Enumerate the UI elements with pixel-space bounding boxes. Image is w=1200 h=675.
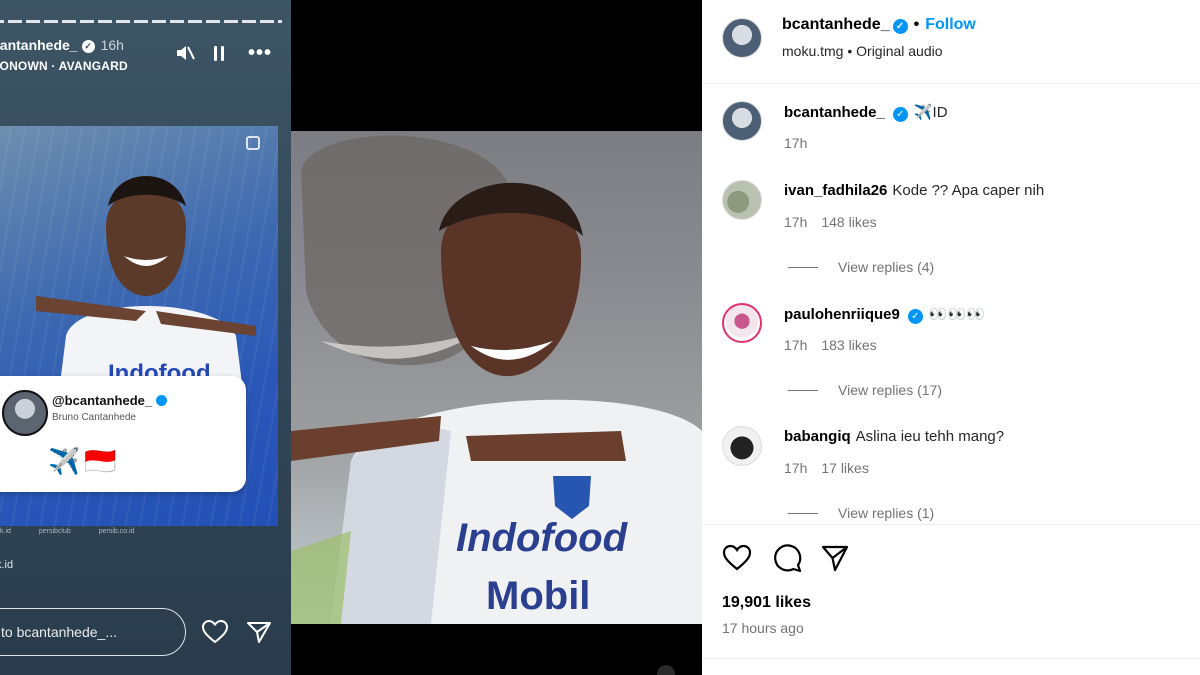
footer-item: persib.co.id: [98, 528, 135, 535]
verified-icon: ✓: [892, 19, 908, 34]
media-indicator: [657, 665, 675, 675]
sticker-avatar: [2, 390, 48, 436]
comment-body: Aslina ieu tehh mang?: [855, 428, 1005, 445]
story-panel: cantanhede_ ✓ 16h LONOWN · AVANGARD ••• In…: [0, 0, 291, 675]
follow-button[interactable]: Follow: [925, 16, 976, 33]
post-actions: 19,901 likes 17 hours ago: [702, 524, 1200, 675]
story-link[interactable]: k.id: [0, 559, 13, 571]
post-timestamp[interactable]: 17 hours ago: [722, 620, 804, 636]
view-replies-label: View replies (17): [838, 382, 943, 398]
svg-text:Mobil: Mobil: [486, 574, 590, 618]
player-illustration: Indofood: [36, 176, 256, 416]
heart-icon[interactable]: [202, 620, 228, 644]
profile-sticker[interactable]: @bcantanhede_ Bruno Cantanhede ✈️🇮🇩: [0, 376, 246, 492]
author-line: bcantanhede_ ✓ • Follow: [782, 16, 976, 34]
story-reply-input[interactable]: to bcantanhede_...: [0, 608, 186, 656]
comment-meta: 17h 148 likes: [784, 214, 891, 230]
comment-likes[interactable]: 17 likes: [821, 460, 868, 476]
story-header: cantanhede_ ✓ 16h: [0, 37, 124, 53]
share-icon[interactable]: [820, 543, 850, 573]
verified-icon: ✓: [907, 309, 923, 324]
verified-icon: ✓: [892, 107, 908, 122]
comment-body: Kode ?? Apa caper nih: [892, 182, 1045, 199]
replies-line: [788, 266, 818, 268]
heart-icon[interactable]: [722, 543, 752, 573]
comment-time: 17h: [784, 214, 808, 230]
sticker-emoji: ✈️🇮🇩: [48, 446, 121, 476]
post-media[interactable]: Indofood Mobil: [291, 0, 702, 675]
story-time: 16h: [100, 37, 124, 53]
caption-time: 17h: [784, 135, 808, 151]
replies-line: [788, 389, 818, 391]
commenter-username[interactable]: ivan_fadhila26: [784, 182, 887, 199]
post-sidebar: bcantanhede_ ✓ • Follow moku.tmg • Original…: [702, 0, 1200, 675]
comment-time: 17h: [784, 337, 808, 353]
divider: [702, 658, 1200, 659]
comment-likes[interactable]: 148 likes: [821, 214, 876, 230]
story-card-footer: k.id persibclub persib.co.id: [0, 528, 290, 535]
comment-text: ivan_fadhila26 Kode ?? Apa caper nih: [784, 182, 1044, 199]
author-username[interactable]: bcantanhede_: [782, 16, 890, 33]
pause-icon[interactable]: [208, 42, 230, 64]
separator-dot: •: [913, 16, 920, 33]
commenter-avatar[interactable]: [722, 303, 762, 343]
story-repost-card[interactable]: Indofood @bcantanhede_ Bruno Cantanhede …: [0, 126, 278, 526]
view-replies-button[interactable]: View replies (1): [788, 505, 934, 521]
sticker-name: Bruno Cantanhede: [52, 412, 136, 423]
story-audio-label[interactable]: LONOWN · AVANGARD: [0, 59, 128, 73]
caption-username[interactable]: bcantanhede_: [784, 104, 885, 121]
comment-meta: 17h 17 likes: [784, 460, 883, 476]
svg-text:Indofood: Indofood: [456, 516, 629, 560]
view-replies-label: View replies (4): [838, 259, 935, 275]
post-image: Indofood Mobil: [291, 131, 702, 624]
comment-body: 👀👀👀: [928, 306, 985, 323]
story-verified-icon: ✓: [81, 40, 95, 53]
author-avatar[interactable]: [722, 18, 762, 58]
caption-meta: 17h: [784, 135, 821, 151]
comment-text: paulohenriique9 ✓ 👀👀👀: [784, 305, 985, 324]
post-audio-line[interactable]: moku.tmg • Original audio: [782, 43, 943, 59]
commenter-avatar[interactable]: [722, 180, 762, 220]
footer-item: k.id: [0, 528, 11, 535]
caption-body: ✈️ID: [913, 104, 948, 121]
comment-likes[interactable]: 183 likes: [821, 337, 876, 353]
mute-icon[interactable]: [174, 42, 196, 64]
view-replies-label: View replies (1): [838, 505, 935, 521]
more-icon[interactable]: •••: [246, 42, 274, 64]
footer-item: persibclub: [38, 528, 71, 535]
comment-time: 17h: [784, 460, 808, 476]
story-username[interactable]: cantanhede_: [0, 37, 78, 53]
sticker-verified-icon: [156, 395, 168, 406]
view-replies-button[interactable]: View replies (17): [788, 382, 942, 398]
replies-line: [788, 512, 818, 514]
view-replies-button[interactable]: View replies (4): [788, 259, 934, 275]
caption-text: bcantanhede_ ✓ ✈️ID: [784, 103, 948, 122]
commenter-username[interactable]: paulohenriique9: [784, 306, 900, 323]
commenter-username[interactable]: babangiq: [784, 428, 851, 445]
commenter-avatar[interactable]: [722, 426, 762, 466]
comment-icon[interactable]: [772, 543, 802, 573]
likes-count[interactable]: 19,901 likes: [722, 594, 811, 612]
story-progress-bar: [0, 20, 282, 23]
send-icon[interactable]: [246, 620, 272, 644]
player-artwork: Indofood Mobil: [291, 135, 702, 624]
comment-meta: 17h 183 likes: [784, 337, 891, 353]
caption-avatar[interactable]: [722, 101, 762, 141]
post-header: bcantanhede_ ✓ • Follow moku.tmg • Original…: [702, 0, 1200, 84]
copy-icon: [246, 136, 260, 150]
comment-text: babangiq Aslina ieu tehh mang?: [784, 428, 1004, 445]
sticker-handle: @bcantanhede_: [52, 393, 168, 408]
